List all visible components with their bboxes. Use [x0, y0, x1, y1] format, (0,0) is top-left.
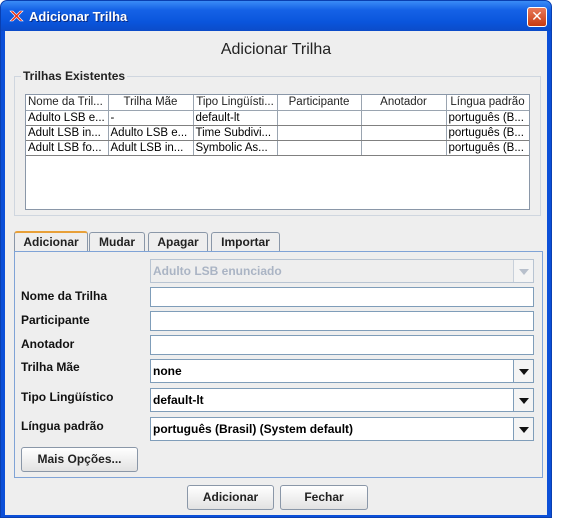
annotator-field[interactable] [150, 335, 534, 355]
existing-tracks-group: Trilhas Existentes Nome da Tril... Trilh… [14, 69, 541, 216]
column-header[interactable]: Trilha Mãe [108, 95, 194, 111]
table-row[interactable]: Adult LSB in... Adulto LSB e... Time Sub… [26, 125, 529, 141]
table-cell: Time Subdivi... [193, 125, 278, 141]
tab-adicionar[interactable]: Adicionar [14, 231, 88, 252]
table-row[interactable]: Adulto LSB e... - default-lt português (… [26, 110, 529, 126]
parent-track-select[interactable]: none [150, 359, 534, 383]
ling-type-label: Tipo Lingüístico [21, 390, 114, 404]
close-icon[interactable]: ✕ [527, 7, 547, 27]
participant-field[interactable] [150, 311, 534, 331]
table-cell: Adulto LSB e... [26, 110, 109, 126]
chevron-down-icon[interactable] [513, 360, 533, 382]
close-button[interactable]: Fechar [280, 485, 368, 510]
dialog-content: Adicionar Trilha Trilhas Existentes Nome… [5, 31, 547, 515]
table-cell: Symbolic As... [193, 140, 278, 156]
tab-apagar[interactable]: Apagar [148, 232, 208, 252]
parent-track-label: Trilha Mãe [21, 360, 80, 374]
language-label: Língua padrão [21, 419, 104, 433]
annotator-label: Anotador [21, 337, 75, 351]
track-select-value: Adulto LSB enunciado [153, 264, 282, 278]
more-options-button[interactable]: Mais Opções... [21, 447, 138, 472]
table-cell [361, 125, 447, 141]
column-header[interactable]: Participante [277, 95, 362, 111]
add-button[interactable]: Adicionar [187, 485, 274, 510]
page-title: Adicionar Trilha [220, 41, 332, 58]
chevron-down-icon[interactable] [513, 418, 533, 440]
tab-importar[interactable]: Importar [211, 232, 280, 252]
chevron-down-icon [513, 260, 533, 282]
window-title: Adicionar Trilha [29, 9, 128, 24]
parent-track-value: none [153, 364, 182, 378]
table-cell [361, 110, 447, 126]
table-cell: português (B... [446, 110, 529, 126]
table-cell: default-lt [193, 110, 278, 126]
participant-label: Participante [21, 313, 90, 327]
ling-type-select[interactable]: default-lt [150, 388, 534, 412]
table-cell [277, 110, 362, 126]
table-cell: português (B... [446, 140, 529, 156]
table-cell: Adult LSB fo... [26, 140, 109, 156]
chevron-down-icon[interactable] [513, 389, 533, 411]
table-cell: Adult LSB in... [108, 140, 194, 156]
table-cell: português (B... [446, 125, 529, 141]
table-row[interactable]: Adult LSB fo... Adult LSB in... Symbolic… [26, 140, 529, 156]
table-cell: Adulto LSB e... [108, 125, 194, 141]
language-select[interactable]: português (Brasil) (System default) [150, 417, 534, 441]
tab-panel-adicionar: Adulto LSB enunciado Nome da Trilha Part… [14, 251, 543, 478]
track-name-field[interactable] [150, 287, 534, 307]
ling-type-value: default-lt [153, 393, 204, 407]
column-header[interactable]: Tipo Lingüísti... [193, 95, 278, 111]
track-name-label: Nome da Trilha [21, 289, 108, 303]
column-header[interactable]: Anotador [361, 95, 447, 111]
tracks-table[interactable]: Nome da Tril... Trilha Mãe Tipo Lingüíst… [25, 94, 530, 210]
table-cell: Adult LSB in... [26, 125, 109, 141]
table-cell [277, 140, 362, 156]
column-header[interactable]: Língua padrão [446, 95, 529, 111]
table-cell [361, 140, 447, 156]
dialog-window: Adicionar Trilha ✕ Adicionar Trilha Tril… [0, 0, 552, 518]
track-select: Adulto LSB enunciado [150, 259, 534, 283]
column-header[interactable]: Nome da Tril... [26, 95, 109, 111]
table-cell [277, 125, 362, 141]
tab-mudar[interactable]: Mudar [89, 232, 145, 252]
table-header-row: Nome da Tril... Trilha Mãe Tipo Lingüíst… [26, 95, 529, 111]
title-bar[interactable]: Adicionar Trilha ✕ [1, 1, 551, 31]
group-title: Trilhas Existentes [21, 69, 128, 83]
table-cell: - [108, 110, 194, 126]
app-icon [9, 10, 24, 22]
language-value: português (Brasil) (System default) [153, 422, 354, 436]
